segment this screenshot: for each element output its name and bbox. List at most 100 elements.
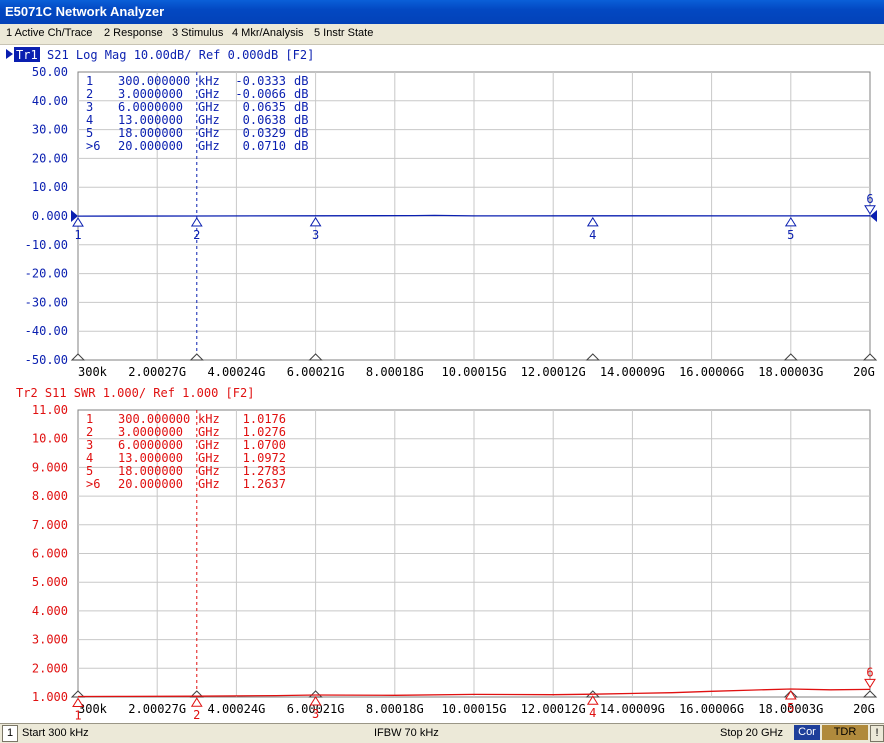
trace1-marker-readout-num: >6: [86, 139, 100, 153]
trace1-y-tick-label: 0.000: [32, 209, 68, 223]
trace1-x-tick-label: 20G: [853, 365, 875, 379]
trace1-marker-readout-unit: GHz: [198, 139, 220, 153]
trace1-marker-readout-unit: GHz: [198, 126, 220, 140]
trace1-marker-readout-vunit: dB: [294, 87, 308, 101]
menu-instr-state[interactable]: 5 Instr State: [314, 27, 373, 39]
trace2-y-tick-label: 7.000: [32, 518, 68, 532]
trace1-marker-readout-freq: 3.0000000: [118, 87, 183, 101]
trace1-x-tick-label: 6.00021G: [287, 365, 345, 379]
trace1-marker-readout-vunit: dB: [294, 126, 308, 140]
trace2-marker-readout-unit: GHz: [198, 425, 220, 439]
trace2-marker-readout-num: 1: [86, 412, 93, 426]
trace2-y-tick-label: 10.00: [32, 432, 68, 446]
trace1-y-tick-label: -10.00: [25, 238, 68, 252]
trace1-marker-readout-vunit: dB: [294, 113, 308, 127]
trace1-tag: Tr1: [16, 48, 38, 62]
trace2-marker-readout-freq: 18.000000: [118, 464, 183, 478]
trace2-y-tick-label: 11.00: [32, 403, 68, 417]
trace1-marker-readout-vunit: dB: [294, 139, 308, 153]
trace2-marker-readout-freq: 20.000000: [118, 477, 183, 491]
trace2-marker-label: 6: [866, 665, 873, 679]
trace2-header-text[interactable]: Tr2 S11 SWR 1.000/ Ref 1.000 [F2]: [16, 386, 254, 400]
trace2-y-tick-label: 6.000: [32, 547, 68, 561]
trace1-marker-readout-num: 2: [86, 87, 93, 101]
trace2-y-tick-label: 5.000: [32, 575, 68, 589]
trace1-marker-readout-unit: GHz: [198, 113, 220, 127]
trace2-marker-readout-value: 1.0700: [243, 438, 286, 452]
trace1-trace-line: [77, 214, 871, 217]
trace2-marker-label: 4: [589, 706, 596, 720]
trace1-marker-readout-value: 0.0638: [243, 113, 286, 127]
trace1-marker-label: 2: [193, 228, 200, 242]
status-stop-frequency: Stop 20 GHz: [720, 727, 783, 739]
trace2-marker-readout-value: 1.0176: [243, 412, 286, 426]
trace2-marker-readout-unit: GHz: [198, 477, 220, 491]
trace1-marker-readout-freq: 13.000000: [118, 113, 183, 127]
trace2-marker-label: 2: [193, 708, 200, 722]
trace1-plot-area: 50.00 40.00 30.00 20.00 10.00 0.000 -10.00 -20.…: [25, 65, 878, 379]
trace2-x-tick-label: 8.00018G: [366, 702, 424, 716]
trace1-x-tick-label: 8.00018G: [366, 365, 424, 379]
trace2-marker-readout-num: >6: [86, 477, 100, 491]
trace1-marker-label: 1: [74, 228, 81, 242]
trace1-y-tick-label: -50.00: [25, 353, 68, 367]
trace1-marker-label: 5: [787, 228, 794, 242]
trace2-x-tick-label: 14.00009G: [600, 702, 665, 716]
trace2-marker-readout-freq: 6.0000000: [118, 438, 183, 452]
status-start-frequency: Start 300 kHz: [22, 727, 89, 739]
trace1-y-tick-label: 20.00: [32, 151, 68, 165]
trace1-x-tick-label: 300k: [78, 365, 108, 379]
status-channel[interactable]: 1: [2, 725, 18, 742]
trace2-marker-label: 3: [312, 707, 319, 721]
trace2-marker-readout-value: 1.0276: [243, 425, 286, 439]
trace2-y-tick-label: 3.000: [32, 633, 68, 647]
trace1-marker-readout-value: -0.0333: [235, 74, 286, 88]
menu-mkr-analysis[interactable]: 4 Mkr/Analysis: [232, 27, 304, 39]
menu-active-ch-trace[interactable]: 1 Active Ch/Trace: [6, 27, 92, 39]
trace1-x-tick-label: 14.00009G: [600, 365, 665, 379]
trace2-y-tick-label: 9.000: [32, 460, 68, 474]
trace1-x-tick-label: 2.00027G: [128, 365, 186, 379]
trace2-y-tick-label: 1.000: [32, 690, 68, 704]
trace2-x-tick-label: 20G: [853, 702, 875, 716]
status-bar: 1 Start 300 kHz IFBW 70 kHz Stop 20 GHz …: [0, 723, 884, 743]
trace1-marker-readout-freq: 300.000000: [118, 74, 190, 88]
trace2-marker-readout-freq: 300.000000: [118, 412, 190, 426]
trace1-x-tick-label: 10.00015G: [441, 365, 506, 379]
trace1-y-tick-label: 40.00: [32, 94, 68, 108]
trace1-marker-readout-num: 5: [86, 126, 93, 140]
menu-stimulus[interactable]: 3 Stimulus: [172, 27, 223, 39]
trace1-x-tick-label: 12.00012G: [521, 365, 586, 379]
window-titlebar: E5071C Network Analyzer: [0, 0, 884, 24]
trace1-y-tick-label: 50.00: [32, 65, 68, 79]
trace1-header-text: S21 Log Mag 10.00dB/ Ref 0.000dB [F2]: [47, 48, 314, 62]
trace1-marker-label: 4: [589, 228, 596, 242]
trace2-plot-area: 11.00 10.00 9.000 8.000 7.000 6.000 5.000 4.000…: [32, 403, 878, 722]
softkey-menu-bar: 1 Active Ch/Trace 2 Response 3 Stimulus …: [0, 24, 884, 45]
trace1-marker-readout-value: 0.0710: [243, 139, 286, 153]
active-trace-arrow-icon: [6, 49, 13, 59]
trace2-y-tick-label: 4.000: [32, 604, 68, 618]
trace2-x-tick-label: 300k: [78, 702, 108, 716]
trace1-marker-readout-value: -0.0066: [235, 87, 286, 101]
menu-response[interactable]: 2 Response: [104, 27, 163, 39]
trace1-x-tick-label: 18.00003G: [758, 365, 823, 379]
trace2-x-tick-label: 16.00006G: [679, 702, 744, 716]
trace2-x-tick-label: 4.00024G: [208, 702, 266, 716]
trace1-marker-readout-unit: kHz: [198, 74, 220, 88]
trace2-marker-label: 1: [74, 708, 81, 722]
status-correction-badge: Cor: [794, 725, 820, 740]
trace2-marker-triangle-icon: [190, 697, 203, 707]
trace2-x-tick-label: 2.00027G: [128, 702, 186, 716]
trace2-x-tick-label: 10.00015G: [441, 702, 506, 716]
trace1-marker-readout-freq: 20.000000: [118, 139, 183, 153]
status-tdr-badge[interactable]: TDR: [822, 725, 868, 740]
trace2-y-tick-label: 2.000: [32, 661, 68, 675]
trace1-marker-readout-value: 0.0329: [243, 126, 286, 140]
trace1-marker-readout-unit: GHz: [198, 100, 220, 114]
trace1-y-tick-label: -20.00: [25, 267, 68, 281]
trace2-marker-readout-num: 2: [86, 425, 93, 439]
trace2-marker-readout-unit: GHz: [198, 451, 220, 465]
trace1-header[interactable]: Tr1 S21 Log Mag 10.00dB/ Ref 0.000dB [F2…: [6, 47, 314, 62]
trace1-marker-readout-vunit: dB: [294, 100, 308, 114]
